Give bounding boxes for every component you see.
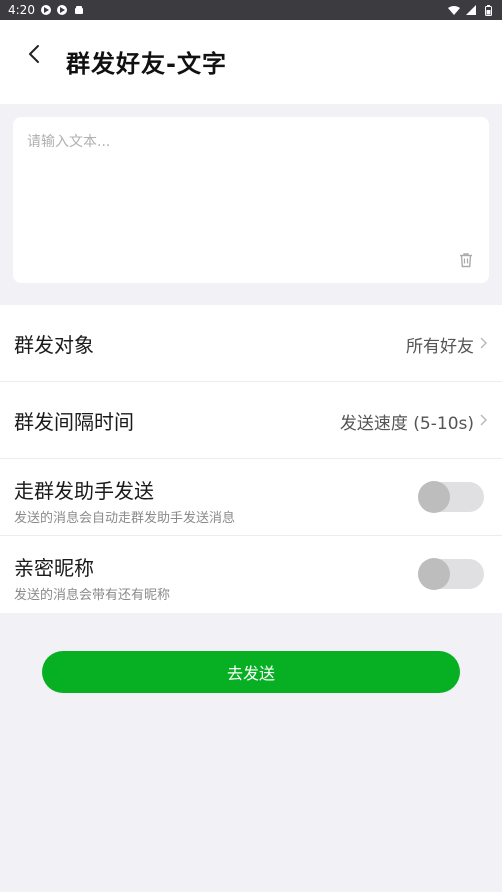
notification-icon xyxy=(40,5,51,15)
nickname-description: 发送的消息会带有还有昵称 xyxy=(14,588,171,603)
app-header: 群发好友-文字 xyxy=(0,20,502,104)
status-time: 4:20 xyxy=(8,3,35,17)
nickname-row: 亲密昵称 发送的消息会带有还有昵称 xyxy=(0,536,502,613)
target-row[interactable]: 群发对象 所有好友 xyxy=(0,305,502,382)
message-input[interactable] xyxy=(13,117,489,247)
interval-label: 群发间隔时间 xyxy=(14,410,134,434)
assistant-label: 走群发助手发送 xyxy=(14,479,154,503)
assistant-toggle[interactable] xyxy=(418,481,484,513)
chevron-right-icon xyxy=(478,412,488,428)
settings-list: 群发对象 所有好友 群发间隔时间 发送速度 (5-10s) 走群发助手发送 发送… xyxy=(0,305,502,613)
clear-text-button[interactable] xyxy=(457,253,475,271)
status-right xyxy=(448,4,494,16)
telegram-icon xyxy=(56,5,67,15)
android-icon xyxy=(73,4,85,16)
nickname-label: 亲密昵称 xyxy=(14,556,94,580)
assistant-row: 走群发助手发送 发送的消息会自动走群发助手发送消息 xyxy=(0,459,502,536)
trash-icon xyxy=(458,252,474,272)
chevron-right-icon xyxy=(478,335,488,351)
interval-value: 发送速度 (5-10s) xyxy=(339,414,474,434)
chevron-left-icon xyxy=(27,44,41,68)
toggle-knob xyxy=(418,558,450,590)
assistant-description: 发送的消息会自动走群发助手发送消息 xyxy=(14,511,236,526)
battery-icon xyxy=(482,4,494,16)
page-title: 群发好友-文字 xyxy=(66,50,227,78)
send-button[interactable]: 去发送 xyxy=(42,651,460,693)
back-button[interactable] xyxy=(20,42,48,70)
interval-row[interactable]: 群发间隔时间 发送速度 (5-10s) xyxy=(0,382,502,459)
nickname-toggle[interactable] xyxy=(418,558,484,590)
message-card xyxy=(13,117,489,283)
wifi-icon xyxy=(448,4,460,16)
status-bar: 4:20 xyxy=(0,0,502,20)
toggle-knob xyxy=(418,481,450,513)
target-value: 所有好友 xyxy=(406,337,474,357)
target-label: 群发对象 xyxy=(14,333,94,357)
signal-icon xyxy=(465,4,477,16)
status-left: 4:20 xyxy=(8,3,85,17)
